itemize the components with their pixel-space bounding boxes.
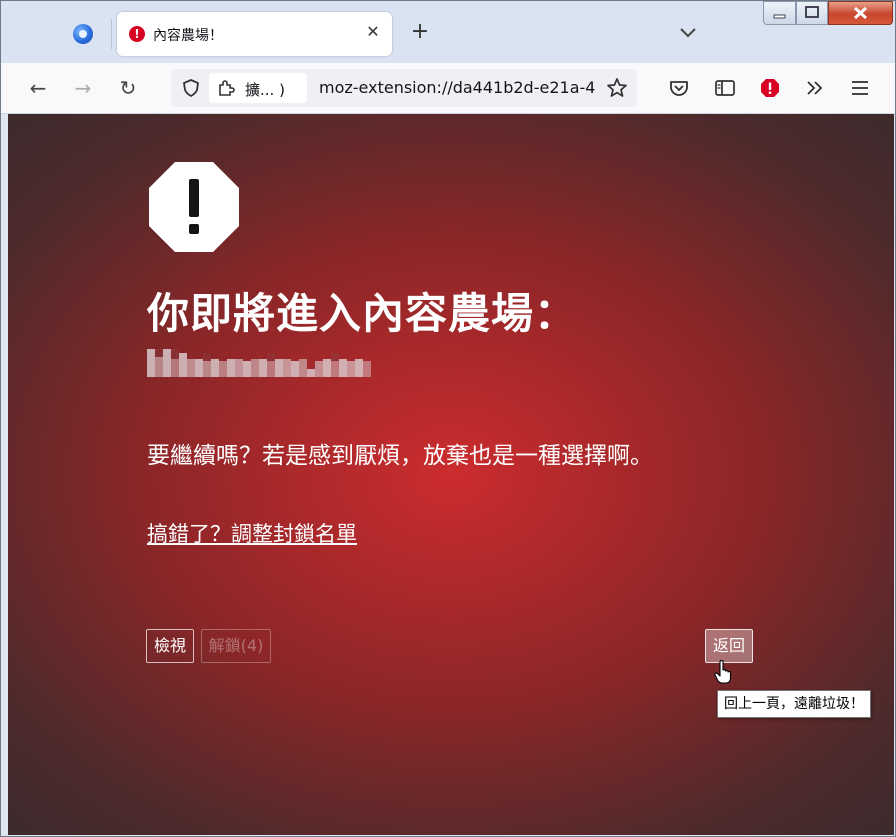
list-all-tabs-icon[interactable] — [677, 21, 699, 43]
tracking-protection-shield-icon[interactable] — [181, 78, 201, 98]
go-back-button[interactable]: 返回 — [705, 629, 753, 663]
tab-title: 內容農場！ — [153, 28, 223, 44]
maximize-button[interactable] — [796, 1, 828, 25]
blurred-domain-image — [147, 349, 371, 377]
tab-divider — [111, 19, 112, 49]
stop-warning-icon — [149, 162, 239, 252]
navigation-toolbar: ← → ↻ 擴... ) moz-extension://da441b2d-e2… — [1, 63, 895, 114]
page-headline: 你即將進入內容農場： — [147, 289, 578, 338]
back-button[interactable]: ← — [25, 75, 51, 101]
blocked-page-content: 你即將進入內容農場： 要繼續嗎？若是感到厭煩，放棄也是一種選擇啊。 搞錯了？調整… — [8, 114, 894, 835]
back-button-tooltip: 回上一頁，遠離垃圾！ — [717, 690, 871, 718]
reload-button[interactable]: ↻ — [115, 75, 141, 101]
close-window-button[interactable] — [828, 1, 893, 25]
view-button[interactable]: 檢視 — [146, 629, 194, 663]
warning-favicon-icon: ! — [129, 26, 145, 42]
unlock-button[interactable]: 解鎖(4) — [201, 629, 271, 663]
browser-window: ! 內容農場！ ✕ + ← → ↻ 擴...) moz-extension:/… — [0, 0, 896, 837]
firefox-logo-icon[interactable] — [73, 24, 93, 44]
puzzle-piece-icon — [219, 80, 235, 96]
overflow-icon[interactable] — [803, 76, 827, 100]
continue-question-text: 要繼續嗎？若是感到厭煩，放棄也是一種選擇啊。 — [147, 443, 653, 469]
adjust-blocklist-link[interactable]: 搞錯了？調整封鎖名單 — [147, 518, 357, 548]
address-text[interactable]: moz-extension://da441b2d-e21a-4 — [319, 78, 599, 97]
close-tab-icon[interactable]: ✕ — [363, 22, 383, 42]
extension-label: 擴... ) — [245, 81, 285, 99]
pocket-icon[interactable] — [667, 76, 691, 100]
new-tab-button[interactable]: + — [409, 21, 431, 43]
reader-view-icon[interactable] — [713, 76, 737, 100]
bookmark-star-icon[interactable] — [605, 76, 629, 100]
extension-identity-chip[interactable]: 擴... ) — [209, 73, 307, 103]
minimize-button[interactable] — [763, 1, 796, 25]
url-bar[interactable]: 擴... ) moz-extension://da441b2d-e21a-4 — [171, 69, 637, 107]
menu-icon[interactable] — [848, 76, 872, 100]
forward-button[interactable]: → — [70, 75, 96, 101]
hand-pointer-cursor-icon — [714, 660, 732, 684]
extension-warning-icon[interactable] — [758, 76, 782, 100]
tab-content-farm[interactable]: ! 內容農場！ ✕ — [117, 12, 392, 56]
tab-bar: ! 內容農場！ ✕ + — [1, 1, 895, 63]
window-controls — [763, 1, 893, 27]
